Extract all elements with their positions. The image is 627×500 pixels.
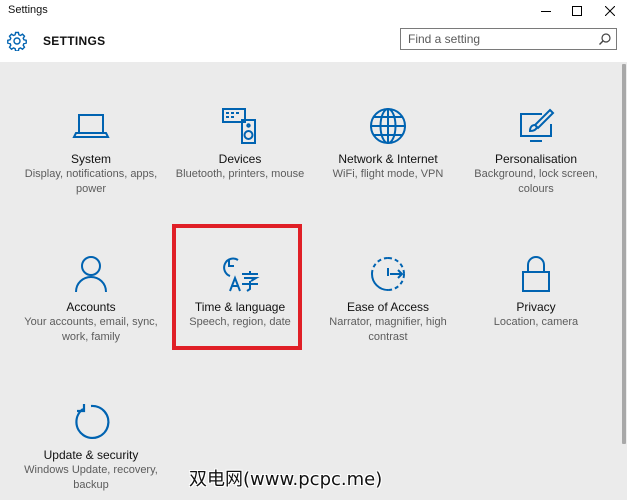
tile-network[interactable]: Network & Internet WiFi, flight mode, VP… <box>314 106 462 182</box>
tile-privacy-title: Privacy <box>516 300 556 314</box>
tile-system[interactable]: System Display, notifications, apps, pow… <box>17 106 165 197</box>
ease-of-access-icon <box>371 257 405 291</box>
tile-time-language[interactable]: Time & language Speech, region, date <box>166 254 314 330</box>
padlock-icon <box>522 256 550 292</box>
gear-icon <box>7 31 27 51</box>
tile-personalisation-title: Personalisation <box>494 152 578 166</box>
search-box[interactable] <box>400 28 617 50</box>
search-icon[interactable] <box>598 32 612 46</box>
tile-system-desc: Display, notifications, apps, power <box>24 168 158 195</box>
keyboard-speaker-icon <box>222 108 256 144</box>
title-bar[interactable]: Settings <box>0 0 627 22</box>
tile-ease-of-access-title: Ease of Access <box>346 300 430 314</box>
page-title: SETTINGS <box>43 34 106 48</box>
person-icon <box>75 256 107 293</box>
tile-devices-title: Devices <box>218 152 262 166</box>
tile-accounts-title: Accounts <box>66 300 116 314</box>
clock-language-icon <box>223 257 260 292</box>
tile-devices[interactable]: Devices Bluetooth, printers, mouse <box>166 106 314 182</box>
tile-ease-of-access[interactable]: Ease of Access Narrator, magnifier, high… <box>314 254 462 345</box>
tile-privacy[interactable]: Privacy Location, camera <box>462 254 610 330</box>
tile-update-security[interactable]: Update & security Windows Update, recove… <box>17 402 165 493</box>
close-button[interactable] <box>594 0 626 22</box>
globe-icon <box>370 108 406 144</box>
tile-personalisation[interactable]: Personalisation Background, lock screen,… <box>462 106 610 197</box>
tile-update-security-desc: Windows Update, recovery, backup <box>24 464 158 491</box>
tile-network-title: Network & Internet <box>338 152 438 166</box>
tile-accounts-desc: Your accounts, email, sync, work, family <box>24 316 158 343</box>
window-title: Settings <box>8 4 48 16</box>
settings-header: SETTINGS <box>0 22 627 62</box>
tile-ease-of-access-desc: Narrator, magnifier, high contrast <box>329 316 447 343</box>
close-icon <box>605 6 615 16</box>
tile-network-desc: WiFi, flight mode, VPN <box>332 168 444 180</box>
minimize-button[interactable] <box>530 0 562 22</box>
scrollbar[interactable] <box>620 62 627 500</box>
search-input[interactable] <box>401 29 598 49</box>
watermark: 双电网(www.pcpc.me) <box>189 469 383 490</box>
maximize-button[interactable] <box>561 0 593 22</box>
tile-devices-desc: Bluetooth, printers, mouse <box>175 168 305 180</box>
tile-update-security-title: Update & security <box>43 448 139 462</box>
minimize-icon <box>541 11 551 12</box>
tile-accounts[interactable]: Accounts Your accounts, email, sync, wor… <box>17 254 165 345</box>
tile-personalisation-desc: Background, lock screen, colours <box>474 168 598 195</box>
scrollbar-thumb[interactable] <box>622 64 626 444</box>
tile-time-language-title: Time & language <box>194 300 286 314</box>
refresh-icon <box>75 404 110 440</box>
laptop-icon <box>72 114 110 138</box>
tile-system-title: System <box>70 152 111 166</box>
paintbrush-screen-icon <box>520 108 555 142</box>
tile-time-language-desc: Speech, region, date <box>189 316 291 328</box>
tile-privacy-desc: Location, camera <box>493 316 579 328</box>
settings-window: Settings SETTINGS Find a setting System … <box>0 0 627 500</box>
maximize-icon <box>572 6 582 16</box>
